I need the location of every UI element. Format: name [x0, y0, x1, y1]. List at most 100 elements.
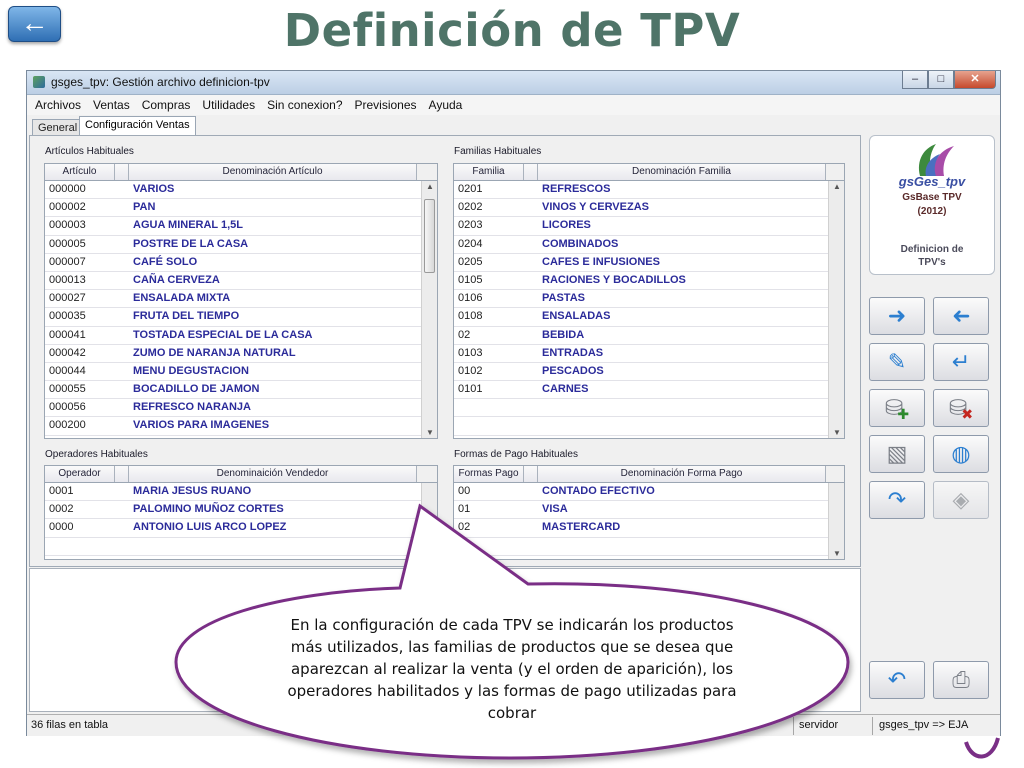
table-row[interactable]: 02 MASTERCARD [454, 519, 844, 538]
operadores-label: Operadores Habituales [45, 449, 148, 460]
menu-sin-conexion[interactable]: Sin conexion? [267, 95, 342, 115]
table-row[interactable] [454, 399, 844, 418]
table-row[interactable]: 01 VISA [454, 501, 844, 520]
table-row[interactable] [454, 538, 844, 556]
col-denominacion-vendedor[interactable]: Denominaición Vendedor [129, 466, 417, 482]
name-cell: POSTRE DE LA CASA [133, 237, 249, 250]
table-row[interactable]: 0202 VINOS Y CERVEZAS [454, 199, 844, 218]
preview-button[interactable]: ▧ [869, 435, 925, 473]
table-row[interactable]: 000005 POSTRE DE LA CASA [45, 236, 437, 254]
callout-text: En la configuración de cada TPV se indic… [287, 616, 737, 722]
familias-label: Familias Habituales [454, 146, 542, 157]
scroll-up-icon[interactable]: ▲ [426, 182, 434, 191]
table-row[interactable]: 000044 MENU DEGUSTACION [45, 363, 437, 382]
scroll-up-icon[interactable]: ▲ [833, 182, 841, 191]
code-cell [454, 538, 538, 555]
operadores-scrollbar[interactable]: ▼ [421, 483, 437, 559]
next-button[interactable]: ➜ [869, 297, 925, 335]
col-familia[interactable]: Familia [454, 164, 524, 180]
menu-bar: Archivos Ventas Compras Utilidades Sin c… [27, 95, 1000, 115]
table-row[interactable] [45, 538, 437, 556]
articulos-scrollbar[interactable]: ▲ ▼ [421, 181, 437, 438]
table-row[interactable]: 000041 TOSTADA ESPECIAL DE LA CASA [45, 327, 437, 345]
add-record-button[interactable]: ⛁ ✚ [869, 389, 925, 427]
menu-utilidades[interactable]: Utilidades [202, 95, 255, 115]
close-button[interactable]: ✕ [954, 71, 996, 89]
table-row[interactable]: 0203 LICORES [454, 217, 844, 236]
scroll-down-icon[interactable]: ▼ [426, 549, 434, 558]
table-row[interactable]: 000056 REFRESCO NARANJA [45, 399, 437, 418]
articulos-rows: 000000 VARIOS 000002 PAN 000003 AGUA MINERAL … [45, 181, 437, 436]
articulos-header: Artículo Denominación Artículo [45, 164, 437, 181]
minimize-button[interactable]: – [902, 71, 928, 89]
delete-record-button[interactable]: ⛁ ✖ [933, 389, 989, 427]
logo-mark-icon [918, 144, 954, 176]
col-formas-pago[interactable]: Formas Pago [454, 466, 524, 482]
table-row[interactable]: 0108 ENSALADAS [454, 308, 844, 327]
undo-button[interactable]: ↶ [869, 661, 925, 699]
col-articulo[interactable]: Artículo [45, 164, 115, 180]
col-denominacion-forma-pago[interactable]: Denominación Forma Pago [538, 466, 826, 482]
table-row[interactable]: 0102 PESCADOS [454, 363, 844, 382]
scroll-down-icon[interactable]: ▼ [833, 549, 841, 558]
menu-compras[interactable]: Compras [142, 95, 191, 115]
table-row[interactable]: 000000 VARIOS [45, 181, 437, 200]
previous-button[interactable]: ➜ [933, 297, 989, 335]
edit-document-icon: ✎ [887, 349, 907, 374]
scroll-down-icon[interactable]: ▼ [833, 428, 841, 437]
table-row[interactable]: 0105 RACIONES Y BOCADILLOS [454, 272, 844, 291]
return-page-button[interactable]: ↵ [933, 343, 989, 381]
scroll-down-icon[interactable]: ▼ [426, 428, 434, 437]
table-row[interactable]: 00 CONTADO EFECTIVO [454, 483, 844, 502]
code-cell: 0106 [458, 292, 483, 305]
col-denominacion-articulo[interactable]: Denominación Artículo [129, 164, 417, 180]
table-row[interactable]: 0201 REFRESCOS [454, 181, 844, 200]
table-row[interactable]: 000003 AGUA MINERAL 1,5L [45, 217, 437, 236]
code-cell: 02 [458, 328, 471, 341]
table-row[interactable]: 0106 PASTAS [454, 290, 844, 309]
table-row[interactable]: 000013 CAÑA CERVEZA [45, 272, 437, 291]
edit-button[interactable]: ✎ [869, 343, 925, 381]
col-operador[interactable]: Operador [45, 466, 115, 482]
name-cell: BEBIDA [542, 328, 585, 341]
table-row[interactable]: 000002 PAN [45, 199, 437, 218]
table-row[interactable]: 0001 MARIA JESUS RUANO [45, 483, 437, 502]
table-row[interactable]: 0000 ANTONIO LUIS ARCO LOPEZ [45, 519, 437, 538]
table-row[interactable] [454, 417, 844, 436]
table-row[interactable]: 0002 PALOMINO MUÑOZ CORTES [45, 501, 437, 520]
table-row[interactable]: 000055 BOCADILLO DE JAMON [45, 381, 437, 400]
table-row[interactable]: 000027 ENSALADA MIXTA [45, 290, 437, 309]
stack-button[interactable]: ◈ [933, 481, 989, 519]
print-button[interactable]: ⎙ [933, 661, 989, 699]
name-cell: CONTADO EFECTIVO [542, 485, 655, 497]
code-cell: 000002 [49, 201, 86, 214]
web-button[interactable]: ◍ [933, 435, 989, 473]
maximize-button[interactable]: □ [928, 71, 954, 89]
table-row[interactable]: 0103 ENTRADAS [454, 345, 844, 363]
table-row[interactable]: 000200 VARIOS PARA IMAGENES [45, 417, 437, 436]
familias-scrollbar[interactable]: ▲ ▼ [828, 181, 844, 438]
menu-archivos[interactable]: Archivos [35, 95, 81, 115]
table-row[interactable]: 000035 FRUTA DEL TIEMPO [45, 308, 437, 327]
app-icon [33, 76, 45, 88]
table-row[interactable]: 0205 CAFES E INFUSIONES [454, 254, 844, 272]
logo-name: gsGes_tpv [898, 174, 966, 189]
tab-general[interactable]: General [32, 119, 84, 136]
table-row[interactable]: 000042 ZUMO DE NARANJA NATURAL [45, 345, 437, 363]
table-row[interactable]: 02 BEBIDA [454, 327, 844, 345]
menu-ayuda[interactable]: Ayuda [429, 95, 463, 115]
code-cell: 000003 [49, 219, 86, 232]
scroll-thumb[interactable] [424, 199, 435, 273]
table-row[interactable]: 0101 CARNES [454, 381, 844, 400]
table-row[interactable]: 0204 COMBINADOS [454, 236, 844, 254]
tab-configuracion-ventas[interactable]: Configuración Ventas [79, 116, 196, 136]
menu-ventas[interactable]: Ventas [93, 95, 130, 115]
redo-button[interactable]: ↷ [869, 481, 925, 519]
formas-pago-scrollbar[interactable]: ▼ [828, 483, 844, 559]
window-titlebar[interactable]: gsges_tpv: Gestión archivo definicion-tp… [27, 71, 1000, 95]
col-denominacion-familia[interactable]: Denominación Familia [538, 164, 826, 180]
table-row[interactable]: 000007 CAFÉ SOLO [45, 254, 437, 272]
swirl-decoration [964, 737, 1000, 759]
menu-previsiones[interactable]: Previsiones [355, 95, 417, 115]
window-controls: – □ ✕ [902, 71, 996, 89]
